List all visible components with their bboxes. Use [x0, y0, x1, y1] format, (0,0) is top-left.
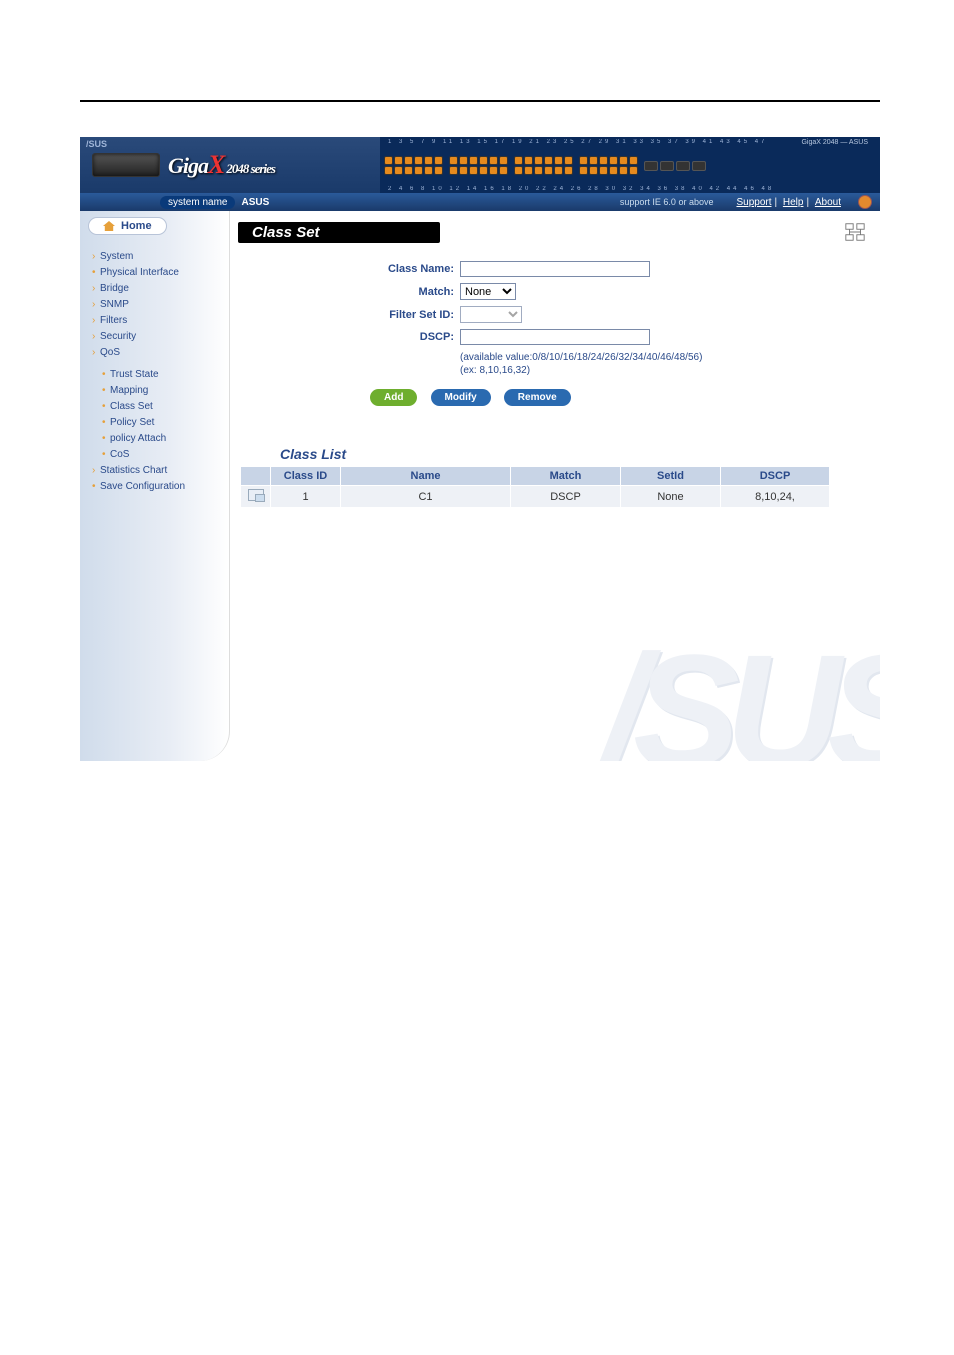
nav-qos-trust[interactable]: Trust State — [102, 367, 229, 383]
th-match: Match — [511, 467, 621, 486]
nav-stats[interactable]: Statistics Chart — [92, 463, 229, 479]
cell-classid: 1 — [271, 486, 341, 508]
link-help[interactable]: Help — [783, 197, 804, 208]
port-numbers-bottom: 2 4 6 8 10 12 14 16 18 20 22 24 26 28 30… — [384, 186, 876, 192]
nav-save[interactable]: Save Configuration — [92, 479, 229, 495]
label-class-name: Class Name: — [370, 263, 454, 275]
nav-qos-policyset[interactable]: Policy Set — [102, 415, 229, 431]
class-list-title: Class List — [280, 446, 880, 462]
add-button[interactable]: Add — [370, 389, 417, 406]
nav-qos-classset[interactable]: Class Set — [102, 399, 229, 415]
th-setid: SetId — [621, 467, 721, 486]
nav-snmp[interactable]: SNMP — [92, 297, 229, 313]
th-name: Name — [341, 467, 511, 486]
nav-physical[interactable]: Physical Interface — [92, 265, 229, 281]
system-name-label: system name — [160, 196, 235, 209]
brand-giga: Giga — [168, 153, 208, 178]
cell-match: DSCP — [511, 486, 621, 508]
select-match[interactable]: None — [460, 283, 516, 300]
cell-name: C1 — [341, 486, 511, 508]
port-block-3[interactable] — [514, 156, 573, 175]
nav-filters[interactable]: Filters — [92, 313, 229, 329]
system-name-value: ASUS — [241, 197, 269, 208]
port-block-2[interactable] — [449, 156, 508, 175]
nav-qos-policyattach[interactable]: policy Attach — [102, 431, 229, 447]
nav-qos-cos[interactable]: CoS — [102, 447, 229, 463]
edit-row-icon[interactable] — [248, 489, 264, 501]
cell-dscp: 8,10,24, — [721, 486, 830, 508]
link-about[interactable]: About — [815, 197, 841, 208]
label-dscp: DSCP: — [370, 331, 454, 343]
asus-badge: /SUS — [86, 139, 107, 149]
home-icon — [103, 221, 115, 231]
label-match: Match: — [370, 286, 454, 298]
remove-button[interactable]: Remove — [504, 389, 571, 406]
link-support[interactable]: Support — [736, 197, 771, 208]
table-row[interactable]: 1 C1 DSCP None 8,10,24, — [241, 486, 830, 508]
table-header-row: Class ID Name Match SetId DSCP — [241, 467, 830, 486]
cell-setid: None — [621, 486, 721, 508]
th-dscp: DSCP — [721, 467, 830, 486]
class-list-table: Class ID Name Match SetId DSCP 1 C1 DSCP… — [240, 466, 830, 508]
home-label: Home — [121, 220, 152, 232]
sfp-block[interactable] — [644, 156, 706, 175]
nav-security[interactable]: Security — [92, 329, 229, 345]
exit-icon[interactable] — [858, 195, 872, 209]
input-dscp[interactable] — [460, 329, 650, 345]
home-tab[interactable]: Home — [88, 217, 167, 235]
hint-ex: (ex: 8,10,16,32) — [460, 364, 880, 377]
panel-title: Class Set — [238, 222, 440, 243]
modify-button[interactable]: Modify — [431, 389, 491, 406]
background-logo: /SUS — [603, 631, 880, 761]
classset-icon — [844, 221, 866, 243]
nav-qos[interactable]: QoS — [92, 345, 229, 361]
switch-image — [92, 153, 160, 177]
label-filter-set-id: Filter Set ID: — [370, 309, 454, 321]
nav-qos-mapping[interactable]: Mapping — [102, 383, 229, 399]
select-filter-set-id[interactable] — [460, 306, 522, 323]
nav-bridge[interactable]: Bridge — [92, 281, 229, 297]
brand-x-icon: X — [208, 150, 224, 179]
port-block-4[interactable] — [579, 156, 638, 175]
model-label: GigaX 2048 — ASUS — [801, 139, 868, 146]
hint-available: (available value:0/8/10/16/18/24/26/32/3… — [460, 351, 880, 364]
port-block-1[interactable] — [384, 156, 443, 175]
input-class-name[interactable] — [460, 261, 650, 277]
port-panel: GigaX 2048 — ASUS 1 3 5 7 9 11 13 15 17 … — [380, 137, 880, 193]
nav-system[interactable]: System — [92, 249, 229, 265]
th-classid: Class ID — [271, 467, 341, 486]
brand-logo: GigaX2048 series — [168, 150, 275, 180]
brand-series: 2048 series — [226, 161, 275, 176]
support-note: support IE 6.0 or above — [620, 197, 714, 207]
